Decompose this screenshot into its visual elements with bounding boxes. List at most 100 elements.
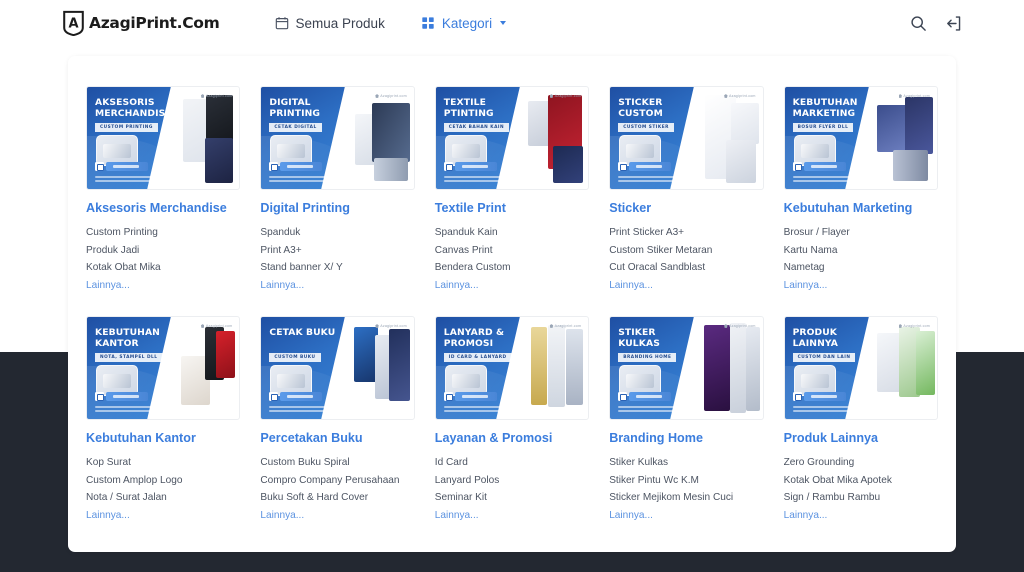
category-item[interactable]: Produk Jadi: [86, 242, 240, 260]
category-item[interactable]: Sign / Rambu Rambu: [784, 489, 938, 507]
category-item[interactable]: Custom Stiker Metaran: [609, 242, 763, 260]
banner-shop-now-button[interactable]: [95, 392, 148, 401]
banner-product-photos: [353, 87, 414, 189]
category-title[interactable]: Sticker: [609, 201, 763, 216]
cart-icon: [269, 392, 278, 401]
banner-title: AKSESORIS MERCHANDISE: [95, 98, 177, 119]
category-item[interactable]: Cut Oracal Sandblast: [609, 259, 763, 277]
category-more-link[interactable]: Lainnya...: [86, 277, 240, 295]
banner-shop-now-button[interactable]: [444, 162, 497, 171]
category-item[interactable]: Nota / Surat Jalan: [86, 489, 240, 507]
nav-item-semua-produk[interactable]: Semua Produk: [275, 16, 385, 31]
banner-watermark: Azagiprint.com: [375, 94, 406, 98]
banner-shop-now-button[interactable]: [269, 162, 322, 171]
banner-product-photos: [178, 317, 239, 419]
category-item[interactable]: Zero Grounding: [784, 454, 938, 472]
nav-item-kategori[interactable]: Kategori: [421, 16, 506, 31]
category-title[interactable]: Produk Lainnya: [784, 431, 938, 446]
category-title[interactable]: Kebutuhan Kantor: [86, 431, 240, 446]
category-banner-image[interactable]: CETAK BUKUCUSTOM BUKUAzagiprint.com: [260, 316, 414, 420]
banner-shop-now-button[interactable]: [95, 162, 148, 171]
category-item[interactable]: Kotak Obat Mika: [86, 259, 240, 277]
category-banner-image[interactable]: PRODUK LAINNYACUSTOM DAN LAINAzagiprint.…: [784, 316, 938, 420]
search-icon[interactable]: [910, 15, 927, 32]
category-banner-image[interactable]: KEBUTUHAN KANTORNOTA, STAMPEL DLLAzagipr…: [86, 316, 240, 420]
category-item[interactable]: Kotak Obat Mika Apotek: [784, 472, 938, 490]
category-item[interactable]: Bendera Custom: [435, 259, 589, 277]
category-more-link[interactable]: Lainnya...: [784, 277, 938, 295]
category-item[interactable]: Id Card: [435, 454, 589, 472]
category-item[interactable]: Print Sticker A3+: [609, 224, 763, 242]
shop-now-pill: [280, 392, 322, 401]
category-item[interactable]: Seminar Kit: [435, 489, 589, 507]
category-banner-image[interactable]: KEBUTUHAN MARKETINGBOSUR FLYER DLLAzagip…: [784, 86, 938, 190]
banner-product-photos: [876, 317, 937, 419]
category-item[interactable]: Spanduk: [260, 224, 414, 242]
cart-icon: [793, 162, 802, 171]
category-more-link[interactable]: Lainnya...: [609, 277, 763, 295]
banner-photo: [726, 140, 756, 183]
banner-shop-now-button[interactable]: [793, 162, 846, 171]
category-more-link[interactable]: Lainnya...: [435, 277, 589, 295]
category-more-link[interactable]: Lainnya...: [260, 277, 414, 295]
category-banner-image[interactable]: STIKER KULKASBRANDING HOMEAzagiprint.com: [609, 316, 763, 420]
category-more-link[interactable]: Lainnya...: [260, 507, 414, 525]
category-item[interactable]: Nametag: [784, 259, 938, 277]
banner-product-photos: [178, 87, 239, 189]
category-item[interactable]: Print A3+: [260, 242, 414, 260]
category-item[interactable]: Buku Soft & Hard Cover: [260, 489, 414, 507]
category-title[interactable]: Textile Print: [435, 201, 589, 216]
category-item[interactable]: Custom Printing: [86, 224, 240, 242]
category-more-link[interactable]: Lainnya...: [784, 507, 938, 525]
category-item[interactable]: Brosur / Flayer: [784, 224, 938, 242]
category-item[interactable]: Compro Company Perusahaan: [260, 472, 414, 490]
banner-title: TEXTILE PTINTING: [444, 98, 526, 119]
banner-product-photos: [876, 87, 937, 189]
category-more-link[interactable]: Lainnya...: [86, 507, 240, 525]
banner-photo: [877, 333, 901, 392]
banner-photo: [372, 103, 410, 162]
category-banner-image[interactable]: LANYARD & PROMOSIID CARD & LANYARDAzagip…: [435, 316, 589, 420]
category-banner-image[interactable]: STICKER CUSTOMCUSTOM STIKERAzagiprint.co…: [609, 86, 763, 190]
category-title[interactable]: Aksesoris Merchandise: [86, 201, 240, 216]
category-title[interactable]: Percetakan Buku: [260, 431, 414, 446]
category-card: STICKER CUSTOMCUSTOM STIKERAzagiprint.co…: [609, 86, 763, 294]
banner-shop-now-button[interactable]: [793, 392, 846, 401]
category-item[interactable]: Custom Buku Spiral: [260, 454, 414, 472]
login-icon[interactable]: [945, 15, 962, 32]
banner-shop-now-button[interactable]: [269, 392, 322, 401]
category-banner-image[interactable]: TEXTILE PTINTINGCETAK BAHAN KAINAzagipri…: [435, 86, 589, 190]
category-banner-image[interactable]: AKSESORIS MERCHANDISECUSTOM PRINTINGAzag…: [86, 86, 240, 190]
category-item[interactable]: Spanduk Kain: [435, 224, 589, 242]
banner-watermark: Azagiprint.com: [375, 324, 406, 328]
category-item[interactable]: Lanyard Polos: [435, 472, 589, 490]
category-item[interactable]: Stiker Kulkas: [609, 454, 763, 472]
banner-photo: [566, 329, 583, 404]
category-item[interactable]: Canvas Print: [435, 242, 589, 260]
banner-photo: [746, 327, 761, 411]
banner-shop-now-button[interactable]: [618, 392, 671, 401]
shop-now-pill: [106, 392, 148, 401]
category-banner-image[interactable]: DIGITAL PRINTINGCETAK DIGITALAzagiprint.…: [260, 86, 414, 190]
banner-shop-now-button[interactable]: [444, 392, 497, 401]
category-item[interactable]: Stiker Pintu Wc K.M: [609, 472, 763, 490]
brand-logo[interactable]: A AzagiPrint.Com: [62, 10, 220, 36]
category-item[interactable]: Kop Surat: [86, 454, 240, 472]
banner-watermark: Azagiprint.com: [724, 324, 755, 328]
category-card: KEBUTUHAN KANTORNOTA, STAMPEL DLLAzagipr…: [86, 316, 240, 524]
category-item[interactable]: Kartu Nama: [784, 242, 938, 260]
category-item[interactable]: Stand banner X/ Y: [260, 259, 414, 277]
calendar-icon: [275, 16, 289, 30]
category-more-link[interactable]: Lainnya...: [609, 507, 763, 525]
category-title[interactable]: Branding Home: [609, 431, 763, 446]
banner-footnote: [793, 176, 872, 184]
category-more-link[interactable]: Lainnya...: [435, 507, 589, 525]
category-title[interactable]: Kebutuhan Marketing: [784, 201, 938, 216]
category-item[interactable]: Custom Amplop Logo: [86, 472, 240, 490]
category-item[interactable]: Sticker Mejikom Mesin Cuci: [609, 489, 763, 507]
shop-now-pill: [280, 162, 322, 171]
category-title[interactable]: Digital Printing: [260, 201, 414, 216]
category-title[interactable]: Layanan & Promosi: [435, 431, 589, 446]
banner-shop-now-button[interactable]: [618, 162, 671, 171]
banner-photo: [730, 323, 746, 413]
